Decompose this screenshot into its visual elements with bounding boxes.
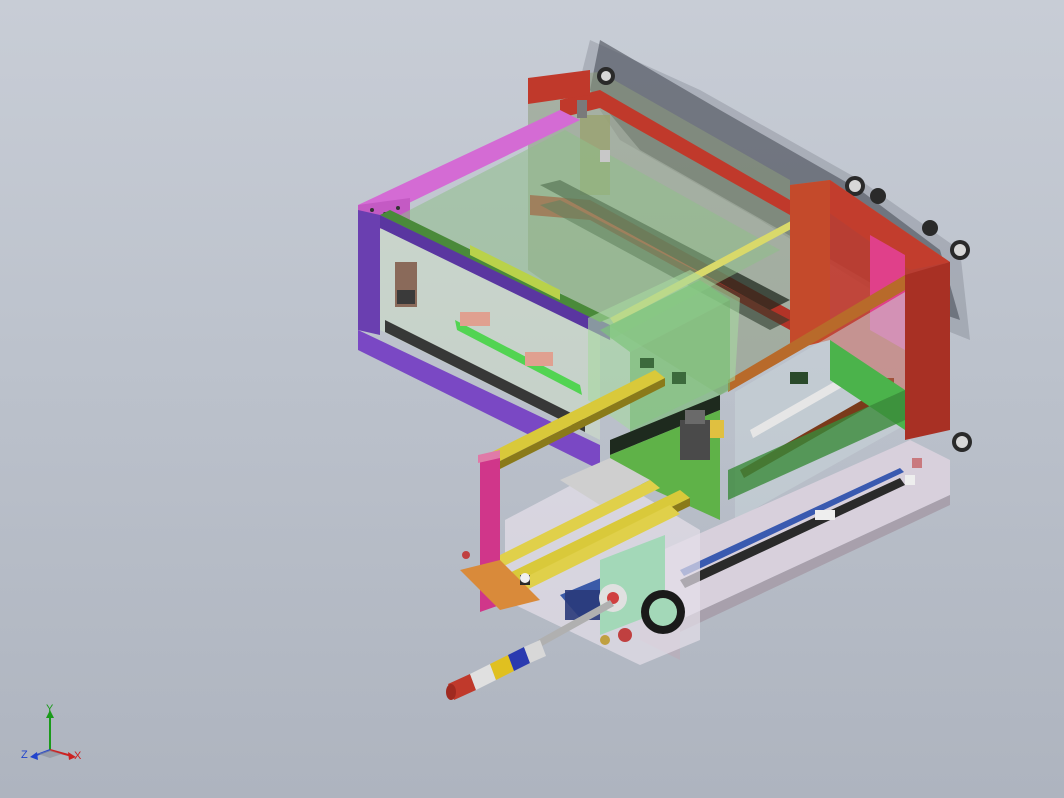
triad-x-label: X: [74, 750, 82, 762]
graphics-viewport[interactable]: Y Z X: [0, 0, 1064, 798]
triad-y-label: Y: [46, 703, 54, 715]
triad-z-label: Z: [21, 749, 28, 761]
signal-tower-light[interactable]: [446, 600, 614, 700]
cad-model-assembly[interactable]: [0, 0, 1064, 798]
reference-triad: Y Z X: [18, 700, 88, 770]
